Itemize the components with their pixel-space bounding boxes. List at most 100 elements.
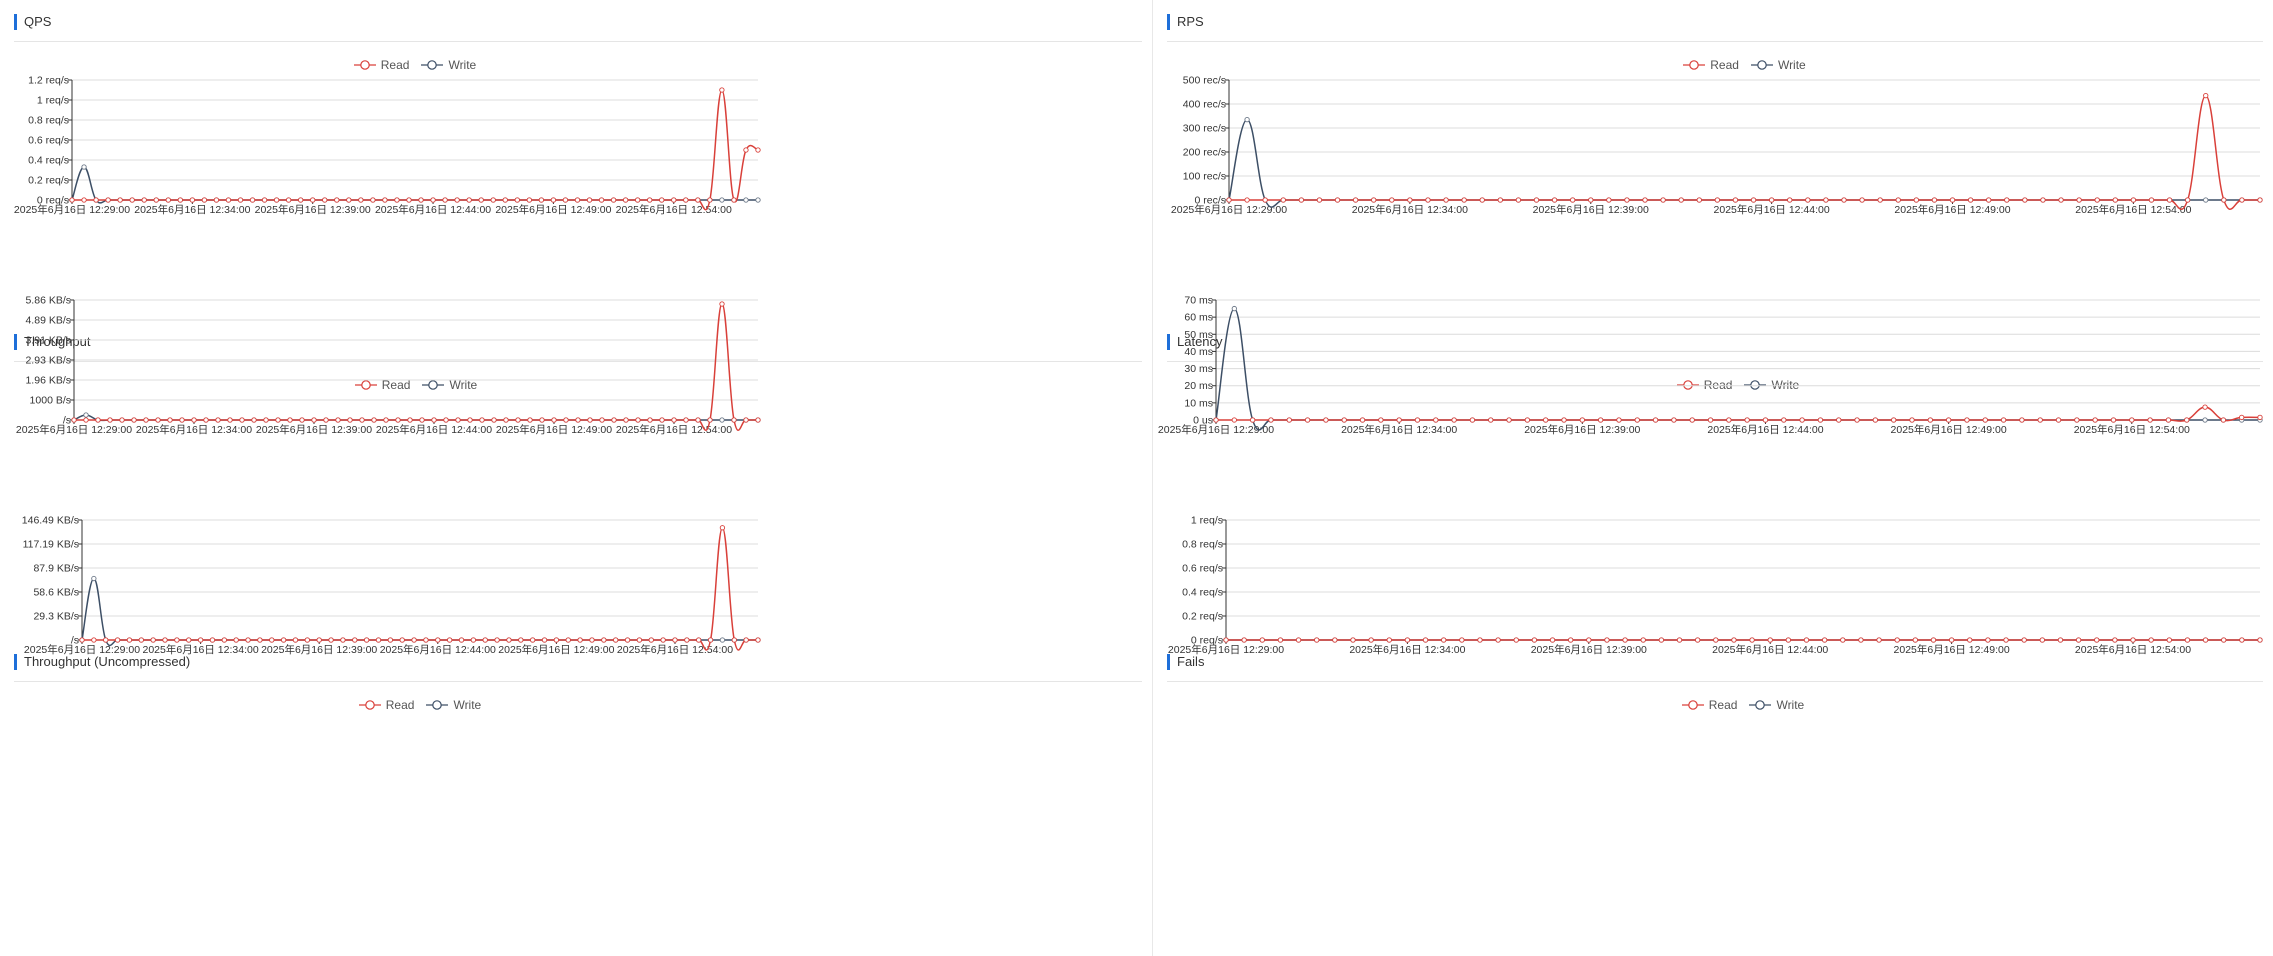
data-point-read[interactable]: [526, 197, 532, 203]
data-point-read[interactable]: [95, 417, 101, 423]
data-point-read[interactable]: [2094, 637, 2100, 643]
data-point-read[interactable]: [1967, 197, 1974, 203]
data-point-read[interactable]: [304, 637, 310, 643]
data-point-read[interactable]: [1515, 197, 1522, 203]
data-point-read[interactable]: [233, 637, 239, 643]
data-point-read[interactable]: [2004, 197, 2010, 203]
data-point-read[interactable]: [530, 637, 536, 643]
data-point-read[interactable]: [1298, 197, 1305, 203]
data-point-read[interactable]: [2166, 197, 2173, 203]
data-point-read[interactable]: [2148, 197, 2155, 203]
data-point-read[interactable]: [1927, 417, 1933, 423]
data-point-read[interactable]: [1579, 417, 1585, 423]
data-point-read[interactable]: [1823, 197, 1829, 203]
data-point-read[interactable]: [1634, 417, 1640, 423]
data-point-read[interactable]: [1858, 637, 1864, 643]
data-point-read[interactable]: [1744, 417, 1750, 423]
data-point-read[interactable]: [648, 637, 654, 643]
data-point-read[interactable]: [1332, 637, 1338, 643]
data-point-read[interactable]: [209, 637, 216, 643]
data-point-read[interactable]: [2003, 637, 2009, 643]
data-point-read[interactable]: [695, 197, 701, 203]
data-point-read[interactable]: [201, 197, 208, 203]
data-point-read[interactable]: [407, 417, 413, 423]
data-point-read[interactable]: [1652, 417, 1659, 423]
data-point-read[interactable]: [1561, 417, 1567, 423]
data-point-read[interactable]: [239, 417, 245, 423]
data-point-read[interactable]: [117, 197, 123, 203]
data-point-read[interactable]: [1352, 197, 1359, 203]
data-point-read[interactable]: [2165, 417, 2172, 423]
data-point-write[interactable]: [2202, 417, 2208, 423]
data-point-read[interactable]: [105, 197, 111, 203]
data-point-read[interactable]: [1949, 197, 1956, 203]
data-point-read[interactable]: [1350, 637, 1356, 643]
data-point-read[interactable]: [225, 197, 232, 203]
data-point-read[interactable]: [1872, 417, 1879, 423]
data-point-read[interactable]: [601, 637, 607, 643]
data-point-read[interactable]: [323, 417, 329, 423]
data-point-read[interactable]: [310, 197, 316, 203]
data-point-read[interactable]: [162, 637, 168, 643]
data-point-read[interactable]: [562, 197, 569, 203]
data-point-read[interactable]: [624, 637, 631, 643]
data-point-read[interactable]: [2130, 197, 2137, 203]
data-point-read[interactable]: [1678, 197, 1684, 203]
data-point-read[interactable]: [292, 637, 299, 643]
data-point-read[interactable]: [91, 637, 97, 643]
data-point-read[interactable]: [490, 197, 496, 203]
data-point-read[interactable]: [502, 197, 508, 203]
data-point-read[interactable]: [371, 417, 377, 423]
data-point-read[interactable]: [150, 637, 156, 643]
data-point-read[interactable]: [1696, 197, 1702, 203]
data-point-read[interactable]: [2202, 637, 2209, 643]
data-point-read[interactable]: [2094, 197, 2100, 203]
data-point-read[interactable]: [1985, 637, 1991, 643]
data-point-write[interactable]: [755, 197, 761, 203]
data-point-read[interactable]: [589, 637, 595, 643]
data-point-read[interactable]: [755, 147, 761, 153]
data-point-read[interactable]: [2184, 197, 2191, 203]
data-point-read[interactable]: [287, 417, 293, 423]
data-point-read[interactable]: [707, 197, 713, 203]
data-point-read[interactable]: [719, 87, 725, 93]
data-point-read[interactable]: [647, 197, 653, 203]
data-point-read[interactable]: [2239, 637, 2245, 643]
data-point-read[interactable]: [311, 417, 317, 423]
data-point-read[interactable]: [574, 197, 581, 203]
data-point-read[interactable]: [2257, 414, 2263, 421]
data-point-read[interactable]: [275, 417, 281, 423]
data-point-read[interactable]: [298, 197, 304, 203]
data-point-read[interactable]: [613, 637, 619, 643]
data-point-read[interactable]: [430, 197, 436, 203]
data-point-read[interactable]: [707, 417, 713, 423]
data-point-read[interactable]: [1533, 197, 1540, 203]
data-point-read[interactable]: [394, 197, 400, 203]
data-point-read[interactable]: [470, 637, 477, 643]
data-point-read[interactable]: [81, 197, 87, 203]
data-point-read[interactable]: [1524, 417, 1531, 423]
data-point-read[interactable]: [328, 637, 334, 643]
data-point-read[interactable]: [1787, 197, 1793, 203]
data-point-read[interactable]: [2184, 417, 2190, 423]
data-point-read[interactable]: [587, 417, 593, 423]
data-point-write[interactable]: [1244, 116, 1250, 123]
data-point-read[interactable]: [2257, 197, 2263, 203]
data-point-read[interactable]: [1451, 417, 1457, 423]
data-point-read[interactable]: [2148, 637, 2154, 643]
data-point-read[interactable]: [1378, 417, 1384, 423]
data-point-read[interactable]: [671, 417, 677, 423]
data-point-read[interactable]: [575, 417, 581, 423]
data-point-write[interactable]: [83, 412, 89, 418]
data-point-read[interactable]: [2092, 417, 2098, 423]
data-point-read[interactable]: [551, 417, 557, 423]
data-point-read[interactable]: [1768, 197, 1775, 203]
data-point-read[interactable]: [515, 417, 521, 423]
data-point-read[interactable]: [359, 417, 365, 423]
data-point-read[interactable]: [69, 197, 75, 203]
data-point-read[interactable]: [455, 417, 461, 423]
data-point-read[interactable]: [442, 197, 448, 203]
data-point-read[interactable]: [257, 637, 263, 643]
data-point-read[interactable]: [755, 417, 761, 423]
data-point-read[interactable]: [538, 197, 545, 203]
